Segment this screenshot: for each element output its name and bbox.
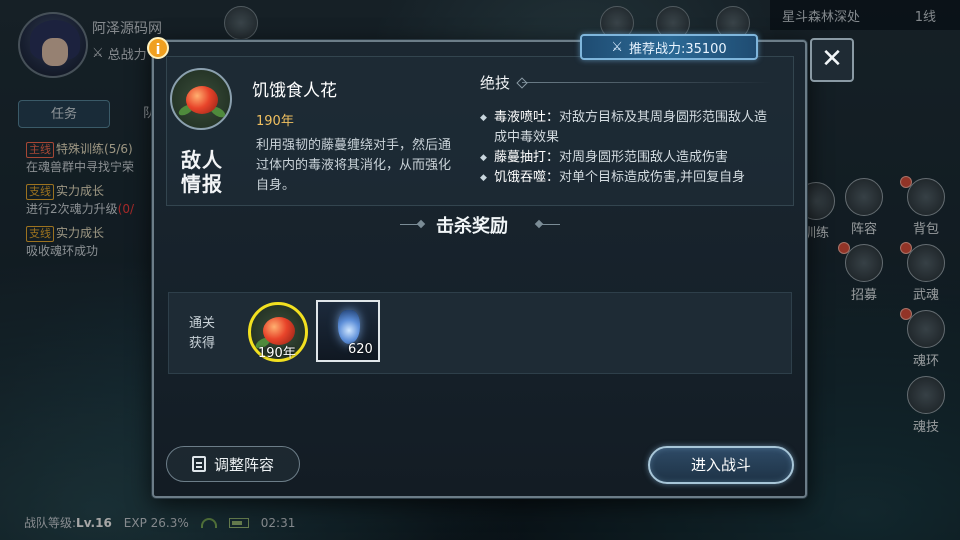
enter-battle-button[interactable]: 进入战斗 [648,446,794,484]
recommended-power: 推荐战力:35100 [628,41,727,57]
skill-desc: 对单个目标造成伤害,并回复自身 [559,170,746,185]
skill-name: 饥饿吞噬： [494,170,560,185]
enemy-age: 190年 [256,114,294,129]
skill-name: 毒液喷吐： [494,110,560,125]
divider [522,82,772,83]
enemy-info-label: 敌人情报 [181,148,223,196]
info-icon[interactable]: i [147,37,169,59]
reward-label: 通关获得 [188,316,215,351]
swords-icon: ⚔ [611,39,623,55]
close-button[interactable]: ✕ [810,38,854,82]
divider-ornament [400,224,424,228]
scroll-icon [191,456,206,472]
enemy-portrait [170,68,232,130]
recommended-power-badge: ⚔ 推荐战力:35100 [580,34,758,60]
skills-title: 绝技 [480,74,511,92]
reward-quantity: 190年 [258,346,296,361]
divider-ornament [536,224,560,228]
reward-quantity: 620 [348,342,373,357]
skill-desc: 对周身圆形范围敌人造成伤害 [559,150,729,165]
skill-item: 饥饿吞噬：对单个目标造成伤害,并回复自身 [480,168,780,188]
enemy-name: 饥饿食人花 [252,81,337,101]
skill-item: 毒液喷吐：对敌方目标及其周身圆形范围敌人造成中毒效果 [480,108,780,148]
adjust-lineup-button[interactable]: 调整阵容 [166,446,300,482]
rewards-title: 击杀奖励 [436,216,508,237]
skill-name: 藤蔓抽打： [494,150,560,165]
skill-item: 藤蔓抽打：对周身圆形范围敌人造成伤害 [480,148,780,168]
flower-ring-icon [263,317,295,345]
skills-list[interactable]: 毒液喷吐：对敌方目标及其周身圆形范围敌人造成中毒效果 藤蔓抽打：对周身圆形范围敌… [480,108,780,192]
close-icon: ✕ [821,44,843,74]
enemy-description: 利用强韧的藤蔓缠绕对手，然后通过体内的毒液将其消化，从而强化自身。 [256,138,452,193]
flower-icon [186,86,218,114]
potion-vial-icon [338,310,360,344]
adjust-lineup-label: 调整阵容 [213,455,274,474]
